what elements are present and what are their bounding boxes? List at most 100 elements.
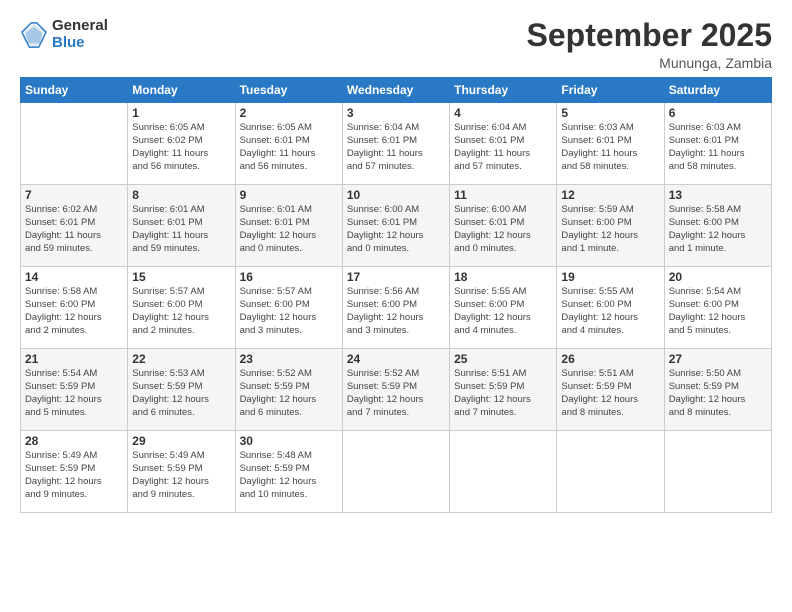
calendar-cell <box>664 431 771 513</box>
day-number: 15 <box>132 270 230 284</box>
day-info: Sunrise: 5:59 AM Sunset: 6:00 PM Dayligh… <box>561 204 659 255</box>
header-wednesday: Wednesday <box>342 78 449 103</box>
calendar-cell: 13Sunrise: 5:58 AM Sunset: 6:00 PM Dayli… <box>664 185 771 267</box>
day-info: Sunrise: 6:00 AM Sunset: 6:01 PM Dayligh… <box>347 204 445 255</box>
day-info: Sunrise: 5:56 AM Sunset: 6:00 PM Dayligh… <box>347 286 445 337</box>
calendar-cell: 7Sunrise: 6:02 AM Sunset: 6:01 PM Daylig… <box>21 185 128 267</box>
day-info: Sunrise: 5:55 AM Sunset: 6:00 PM Dayligh… <box>561 286 659 337</box>
day-number: 27 <box>669 352 767 366</box>
calendar-cell: 24 Sunrise: 5:52 AM Sunset: 5:59 PM Dayli… <box>342 349 449 431</box>
day-info: Sunrise: 5:53 AM Sunset: 5:59 PM Dayligh… <box>132 368 230 419</box>
calendar-cell <box>450 431 557 513</box>
header-friday: Friday <box>557 78 664 103</box>
day-number: 21 <box>25 352 123 366</box>
calendar-cell: 2 Sunrise: 6:05 AM Sunset: 6:01 PM Daylig… <box>235 103 342 185</box>
day-info: Sunrise: 6:05 AM Sunset: 6:01 PM Dayligh… <box>240 122 338 173</box>
day-info: Sunrise: 5:52 AM Sunset: 5:59 PM Dayligh… <box>240 368 338 419</box>
calendar-cell: 29Sunrise: 5:49 AM Sunset: 5:59 PM Dayli… <box>128 431 235 513</box>
day-info: Sunrise: 5:50 AM Sunset: 5:59 PM Dayligh… <box>669 368 767 419</box>
day-info: Sunrise: 5:58 AM Sunset: 6:00 PM Dayligh… <box>669 204 767 255</box>
day-number: 22 <box>132 352 230 366</box>
day-info: Sunrise: 5:51 AM Sunset: 5:59 PM Dayligh… <box>454 368 552 419</box>
day-number: 19 <box>561 270 659 284</box>
calendar-cell: 4 Sunrise: 6:04 AM Sunset: 6:01 PM Daylig… <box>450 103 557 185</box>
calendar-cell: 9Sunrise: 6:01 AM Sunset: 6:01 PM Daylig… <box>235 185 342 267</box>
day-number: 4 <box>454 106 552 120</box>
day-number: 9 <box>240 188 338 202</box>
header: General Blue September 2025 Mununga, Zam… <box>20 18 772 71</box>
day-number: 14 <box>25 270 123 284</box>
logo-text: General Blue <box>52 18 108 51</box>
day-info: Sunrise: 5:57 AM Sunset: 6:00 PM Dayligh… <box>132 286 230 337</box>
week-row-2: 14 Sunrise: 5:58 AM Sunset: 6:00 PM Dayli… <box>21 267 772 349</box>
calendar-cell: 22 Sunrise: 5:53 AM Sunset: 5:59 PM Dayli… <box>128 349 235 431</box>
day-number: 28 <box>25 434 123 448</box>
calendar-cell <box>342 431 449 513</box>
calendar-cell: 26 Sunrise: 5:51 AM Sunset: 5:59 PM Dayli… <box>557 349 664 431</box>
day-number: 10 <box>347 188 445 202</box>
day-number: 24 <box>347 352 445 366</box>
month-title: September 2025 <box>527 18 772 53</box>
calendar-cell: 1 Sunrise: 6:05 AM Sunset: 6:02 PM Daylig… <box>128 103 235 185</box>
logo-blue-text: Blue <box>52 35 108 52</box>
header-monday: Monday <box>128 78 235 103</box>
day-info: Sunrise: 6:04 AM Sunset: 6:01 PM Dayligh… <box>347 122 445 173</box>
calendar-cell <box>21 103 128 185</box>
day-number: 18 <box>454 270 552 284</box>
day-info: Sunrise: 5:54 AM Sunset: 5:59 PM Dayligh… <box>25 368 123 419</box>
title-block: September 2025 Mununga, Zambia <box>527 18 772 71</box>
calendar-cell: 6 Sunrise: 6:03 AM Sunset: 6:01 PM Daylig… <box>664 103 771 185</box>
day-info: Sunrise: 6:05 AM Sunset: 6:02 PM Dayligh… <box>132 122 230 173</box>
day-number: 2 <box>240 106 338 120</box>
day-number: 11 <box>454 188 552 202</box>
header-sunday: Sunday <box>21 78 128 103</box>
day-info: Sunrise: 5:58 AM Sunset: 6:00 PM Dayligh… <box>25 286 123 337</box>
calendar-cell: 5Sunrise: 6:03 AM Sunset: 6:01 PM Daylig… <box>557 103 664 185</box>
calendar-cell: 27 Sunrise: 5:50 AM Sunset: 5:59 PM Dayli… <box>664 349 771 431</box>
day-info: Sunrise: 5:52 AM Sunset: 5:59 PM Dayligh… <box>347 368 445 419</box>
day-number: 1 <box>132 106 230 120</box>
subtitle: Mununga, Zambia <box>527 55 772 71</box>
day-info: Sunrise: 5:48 AM Sunset: 5:59 PM Dayligh… <box>240 450 338 501</box>
week-row-3: 21 Sunrise: 5:54 AM Sunset: 5:59 PM Dayli… <box>21 349 772 431</box>
day-info: Sunrise: 5:54 AM Sunset: 6:00 PM Dayligh… <box>669 286 767 337</box>
header-thursday: Thursday <box>450 78 557 103</box>
day-number: 6 <box>669 106 767 120</box>
day-info: Sunrise: 6:01 AM Sunset: 6:01 PM Dayligh… <box>132 204 230 255</box>
calendar-cell: 11 Sunrise: 6:00 AM Sunset: 6:01 PM Dayli… <box>450 185 557 267</box>
day-info: Sunrise: 6:00 AM Sunset: 6:01 PM Dayligh… <box>454 204 552 255</box>
day-number: 17 <box>347 270 445 284</box>
day-number: 26 <box>561 352 659 366</box>
calendar-cell: 16 Sunrise: 5:57 AM Sunset: 6:00 PM Dayli… <box>235 267 342 349</box>
calendar-cell: 30 Sunrise: 5:48 AM Sunset: 5:59 PM Dayli… <box>235 431 342 513</box>
weekday-header-row: Sunday Monday Tuesday Wednesday Thursday… <box>21 78 772 103</box>
calendar-cell: 25Sunrise: 5:51 AM Sunset: 5:59 PM Dayli… <box>450 349 557 431</box>
day-number: 5 <box>561 106 659 120</box>
week-row-1: 7Sunrise: 6:02 AM Sunset: 6:01 PM Daylig… <box>21 185 772 267</box>
calendar-cell <box>557 431 664 513</box>
calendar-cell: 17 Sunrise: 5:56 AM Sunset: 6:00 PM Dayli… <box>342 267 449 349</box>
day-info: Sunrise: 5:55 AM Sunset: 6:00 PM Dayligh… <box>454 286 552 337</box>
calendar-cell: 23 Sunrise: 5:52 AM Sunset: 5:59 PM Dayli… <box>235 349 342 431</box>
day-number: 23 <box>240 352 338 366</box>
header-saturday: Saturday <box>664 78 771 103</box>
logo: General Blue <box>20 18 108 51</box>
day-info: Sunrise: 5:51 AM Sunset: 5:59 PM Dayligh… <box>561 368 659 419</box>
calendar-cell: 20 Sunrise: 5:54 AM Sunset: 6:00 PM Dayli… <box>664 267 771 349</box>
calendar-cell: 10 Sunrise: 6:00 AM Sunset: 6:01 PM Dayli… <box>342 185 449 267</box>
day-number: 7 <box>25 188 123 202</box>
day-info: Sunrise: 6:04 AM Sunset: 6:01 PM Dayligh… <box>454 122 552 173</box>
day-number: 3 <box>347 106 445 120</box>
day-number: 12 <box>561 188 659 202</box>
day-number: 16 <box>240 270 338 284</box>
logo-icon <box>20 21 48 49</box>
day-number: 20 <box>669 270 767 284</box>
day-info: Sunrise: 5:49 AM Sunset: 5:59 PM Dayligh… <box>25 450 123 501</box>
day-info: Sunrise: 6:03 AM Sunset: 6:01 PM Dayligh… <box>669 122 767 173</box>
day-info: Sunrise: 5:57 AM Sunset: 6:00 PM Dayligh… <box>240 286 338 337</box>
calendar-cell: 3 Sunrise: 6:04 AM Sunset: 6:01 PM Daylig… <box>342 103 449 185</box>
day-info: Sunrise: 5:49 AM Sunset: 5:59 PM Dayligh… <box>132 450 230 501</box>
calendar-cell: 21 Sunrise: 5:54 AM Sunset: 5:59 PM Dayli… <box>21 349 128 431</box>
day-number: 30 <box>240 434 338 448</box>
calendar-cell: 15 Sunrise: 5:57 AM Sunset: 6:00 PM Dayli… <box>128 267 235 349</box>
